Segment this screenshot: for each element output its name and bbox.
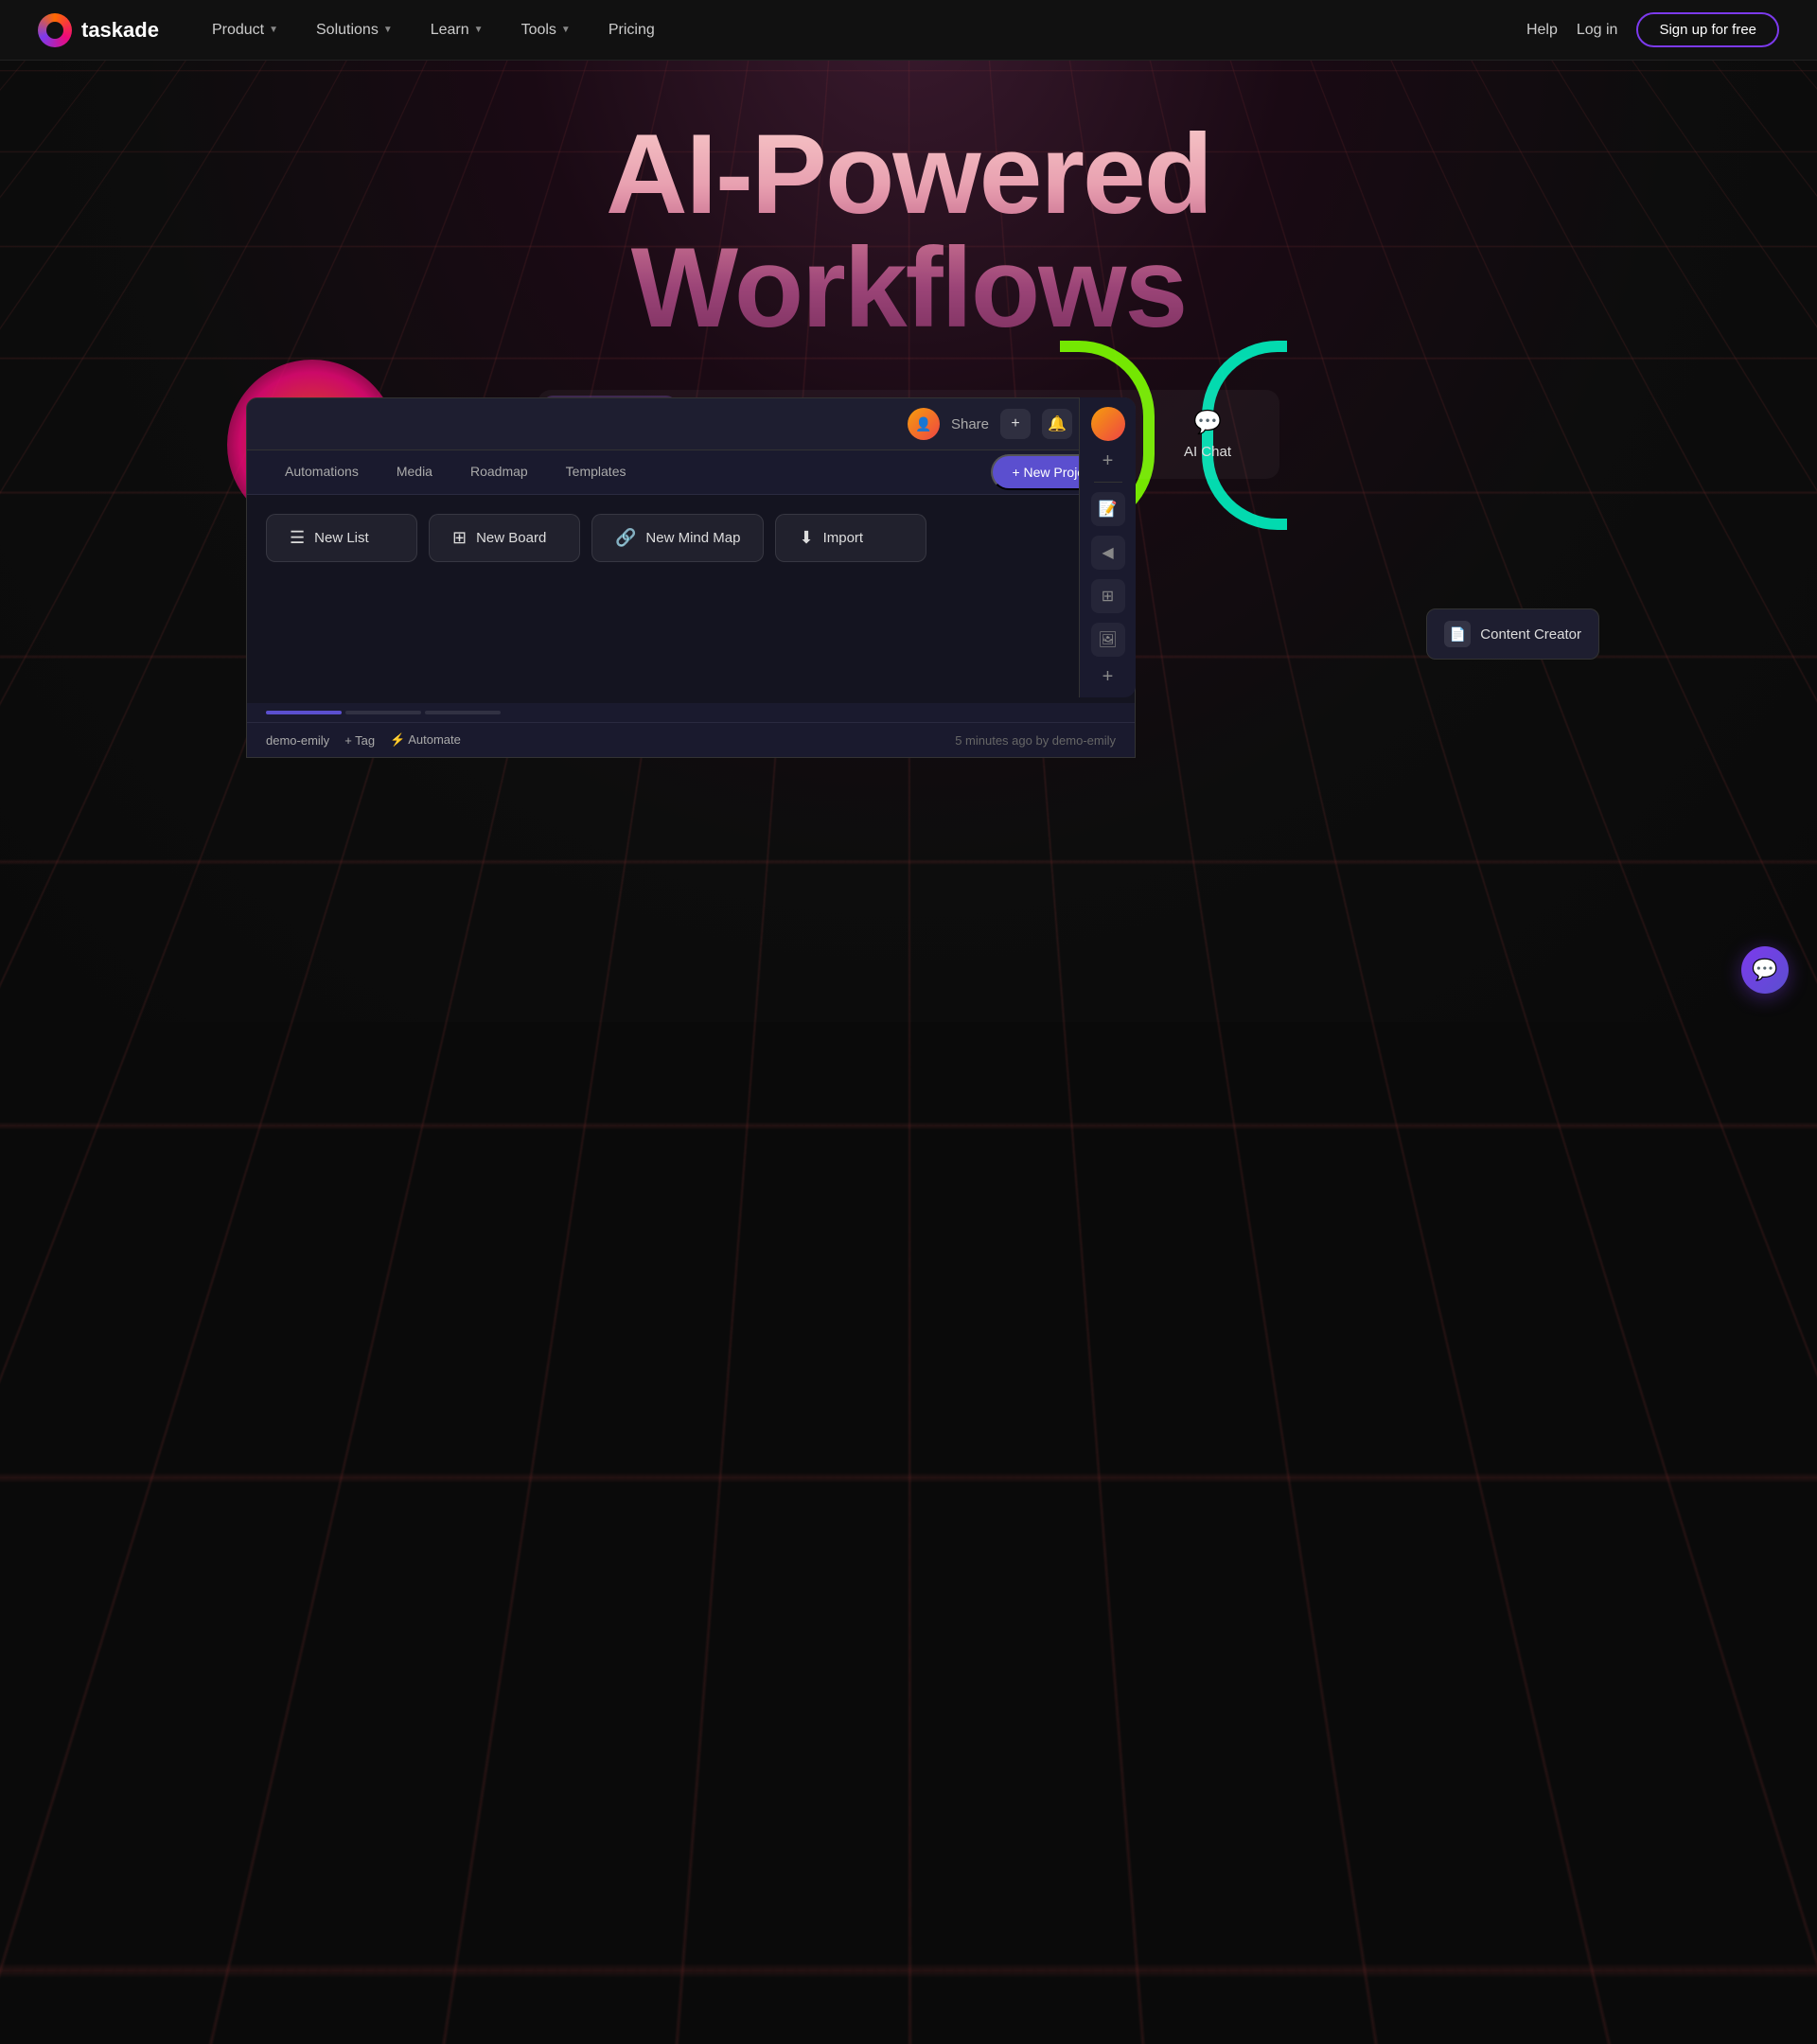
- new-list-button[interactable]: ☰ New List: [266, 514, 417, 562]
- notifications-button[interactable]: 🔔: [1042, 409, 1072, 439]
- chevron-down-icon: ▼: [474, 25, 484, 35]
- navbar: taskade Product ▼ Solutions ▼ Learn ▼ To…: [0, 0, 1817, 61]
- logo-inner: [46, 22, 63, 39]
- new-mind-map-button[interactable]: 🔗 New Mind Map: [591, 514, 764, 562]
- mind-map-icon: 🔗: [615, 528, 636, 548]
- content-creator-tooltip: 📄 Content Creator: [1426, 608, 1599, 660]
- share-button[interactable]: Share: [951, 416, 989, 432]
- list-icon: ☰: [290, 528, 305, 548]
- new-board-button[interactable]: ⊞ New Board: [429, 514, 580, 562]
- sidebar-bottom-add-button[interactable]: +: [1103, 666, 1114, 688]
- progress-bar-fill: [266, 711, 342, 714]
- app-sidebar: + 📝 ◀ ⊞ 🖼 +: [1079, 397, 1136, 697]
- sidebar-notes-icon[interactable]: 📝: [1091, 492, 1125, 526]
- nav-item-product[interactable]: Product ▼: [197, 14, 293, 46]
- timestamp-label: 5 minutes ago by demo-emily: [955, 733, 1116, 748]
- chevron-down-icon: ▼: [561, 25, 571, 35]
- hero-title-line2: Workflows: [631, 231, 1187, 344]
- board-icon: ⊞: [452, 528, 467, 548]
- plus-icon: +: [1011, 415, 1019, 432]
- logo[interactable]: taskade: [38, 13, 159, 47]
- sidebar-media-icon[interactable]: 🖼: [1091, 623, 1125, 657]
- chevron-down-icon: ▼: [383, 25, 393, 35]
- app-nav: Automations Media Roadmap Templates + Ne…: [247, 450, 1135, 495]
- sidebar-grid-icon[interactable]: ⊞: [1091, 579, 1125, 613]
- action-buttons: ☰ New List ⊞ New Board 🔗 New Mind Map ⬇ …: [266, 514, 1116, 562]
- hero-title-line1: AI-Powered: [606, 117, 1211, 231]
- tab-ai-chat[interactable]: 💬 AI Chat: [1141, 396, 1274, 473]
- logo-text: taskade: [81, 18, 159, 43]
- app-content: ☰ New List ⊞ New Board 🔗 New Mind Map ⬇ …: [247, 495, 1135, 703]
- bell-icon: 🔔: [1048, 414, 1067, 433]
- logo-icon: [38, 13, 72, 47]
- nav-signup-button[interactable]: Sign up for free: [1636, 12, 1779, 47]
- nav-item-solutions[interactable]: Solutions ▼: [301, 14, 408, 46]
- progress-bar-empty: [345, 711, 421, 714]
- nav-item-learn[interactable]: Learn ▼: [415, 14, 499, 46]
- ai-chat-icon: 💬: [1193, 409, 1222, 436]
- app-tab-roadmap[interactable]: Roadmap: [451, 450, 547, 494]
- content-creator-icon: 📄: [1444, 621, 1471, 647]
- import-icon: ⬇: [799, 528, 813, 548]
- app-window: 👤 Share + 🔔 👤 Automations Media Roadmap …: [246, 397, 1136, 758]
- user-avatar: 👤: [908, 408, 940, 440]
- sidebar-divider: [1094, 482, 1122, 483]
- sidebar-user-avatar: [1091, 407, 1125, 441]
- automate-button[interactable]: ⚡ Automate: [390, 732, 461, 748]
- nav-items: Product ▼ Solutions ▼ Learn ▼ Tools ▼ Pr…: [197, 14, 1526, 46]
- chat-bubble-icon: 💬: [1752, 958, 1777, 982]
- tag-button[interactable]: + Tag: [344, 733, 375, 748]
- content-creator-label: Content Creator: [1480, 626, 1581, 643]
- chevron-down-icon: ▼: [269, 25, 278, 35]
- progress-area: [247, 703, 1135, 722]
- add-icon-button[interactable]: +: [1000, 409, 1031, 439]
- user-tag: demo-emily: [266, 733, 329, 748]
- nav-item-tools[interactable]: Tools ▼: [506, 14, 586, 46]
- nav-right: Help Log in Sign up for free: [1526, 12, 1779, 47]
- app-nav-tabs: Automations Media Roadmap Templates: [266, 450, 644, 494]
- import-button[interactable]: ⬇ Import: [775, 514, 926, 562]
- sidebar-collapse-icon[interactable]: ◀: [1091, 536, 1125, 570]
- chat-bubble-button[interactable]: 💬: [1741, 946, 1789, 994]
- nav-login-link[interactable]: Log in: [1577, 22, 1618, 39]
- tab-ai-chat-label: AI Chat: [1184, 444, 1231, 460]
- progress-bar-empty-2: [425, 711, 501, 714]
- app-tab-media[interactable]: Media: [378, 450, 451, 494]
- nav-item-pricing[interactable]: Pricing: [593, 14, 670, 46]
- app-bottombar: demo-emily + Tag ⚡ Automate 5 minutes ag…: [247, 722, 1135, 757]
- sidebar-add-button[interactable]: +: [1103, 450, 1114, 472]
- app-topbar: 👤 Share + 🔔 👤: [247, 398, 1135, 450]
- app-tab-automations[interactable]: Automations: [266, 450, 378, 494]
- app-tab-templates[interactable]: Templates: [547, 450, 645, 494]
- nav-help-link[interactable]: Help: [1526, 22, 1558, 39]
